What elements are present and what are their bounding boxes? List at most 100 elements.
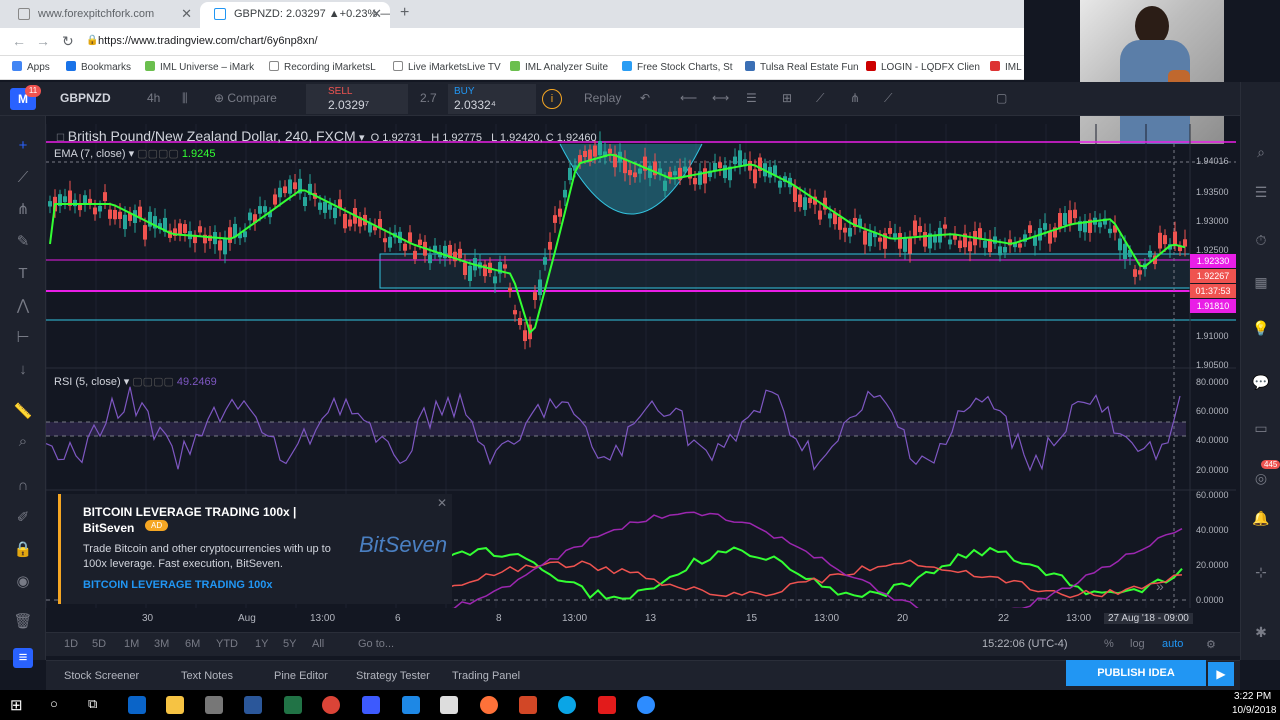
percent-scale-toggle[interactable]: % [1104, 638, 1114, 650]
pitchfork-icon[interactable]: ⋔ [850, 91, 860, 105]
bookmark-item[interactable]: Free Stock Charts, St [622, 61, 733, 73]
range-1y[interactable]: 1Y [255, 638, 268, 650]
powerpoint-icon[interactable] [519, 696, 537, 714]
bookmark-item[interactable]: Recording iMarketsL [269, 61, 376, 73]
play-icon[interactable]: ▶ [1208, 662, 1234, 686]
cortana-icon[interactable]: ○ [50, 696, 58, 711]
settings-gear-icon[interactable]: ⚙ [1206, 638, 1216, 651]
trendline-icon[interactable]: ⟋ [816, 91, 824, 106]
calendar-icon[interactable]: ▦ [1251, 272, 1271, 292]
undo-icon[interactable]: ↶ [640, 91, 650, 105]
ideas-icon[interactable]: 💡 [1251, 318, 1271, 338]
compare-button[interactable]: ⊕ Compare [214, 91, 277, 105]
range-6m[interactable]: 6M [185, 638, 200, 650]
close-tab-icon[interactable]: ✕ [181, 2, 192, 26]
close-tab-icon[interactable]: ✕ [371, 2, 382, 26]
magnet-icon[interactable]: ∩ [13, 476, 33, 496]
taskbar-date[interactable]: 10/9/2018 [1232, 705, 1277, 716]
chart-type-icon[interactable]: ⫼ [182, 91, 188, 106]
trendline-tool-icon[interactable]: ⟋ [13, 168, 33, 188]
app-icon[interactable] [205, 696, 223, 714]
watchlist-icon[interactable]: ⌕ [1251, 142, 1271, 162]
bookmark-item[interactable]: IML [990, 61, 1022, 73]
scroll-right-icon[interactable]: » [1156, 578, 1164, 594]
arrow-down-icon[interactable]: ↓ [13, 360, 33, 380]
bookmark-item[interactable]: IML Analyzer Suite [510, 61, 608, 73]
cross-line-icon[interactable]: ⟷ [712, 91, 729, 105]
bookmark-apps[interactable]: Apps [12, 61, 50, 73]
chart-menu-icon[interactable]: ≡ [13, 648, 33, 668]
horizontal-line-icon[interactable]: ⟵ [680, 91, 697, 105]
info-icon[interactable]: i [542, 89, 562, 109]
range-all[interactable]: All [312, 638, 324, 650]
file-explorer-icon[interactable] [166, 696, 184, 714]
firefox-icon[interactable] [480, 696, 498, 714]
chart-title[interactable]: British Pound/New Zealand Dollar, 240, F… [68, 128, 356, 144]
tab-stock-screener[interactable]: Stock Screener [64, 670, 139, 682]
tab-text-notes[interactable]: Text Notes [181, 670, 233, 682]
lock-drawing-icon[interactable]: 🔒 [13, 540, 33, 560]
pitchfork-tool-icon[interactable]: ⋔ [13, 200, 33, 220]
stay-drawing-icon[interactable]: ✐ [13, 508, 33, 528]
forward-icon[interactable]: → [36, 33, 50, 49]
acrobat-icon[interactable] [598, 696, 616, 714]
excel-icon[interactable] [284, 696, 302, 714]
indicators-icon[interactable]: ☰ [746, 91, 757, 105]
bell-icon[interactable]: 🔔 [1251, 508, 1271, 528]
task-view-icon[interactable]: ⧉ [88, 696, 97, 712]
bookmark-item[interactable]: Live iMarketsLive TV [393, 61, 501, 73]
browser-tab-active[interactable]: GBPNZD: 2.03297 ▲+0.23% — U ✕ [200, 2, 390, 28]
mail-icon[interactable] [440, 696, 458, 714]
sell-button[interactable]: SELL 2.0329⁷ [306, 84, 408, 114]
prediction-tool-icon[interactable]: ⊢ [13, 328, 33, 348]
rsi-legend[interactable]: RSI (5, close) ▾ ▢▢▢▢ 49.2469 [54, 375, 217, 388]
data-window-icon[interactable]: ☰ [1251, 182, 1271, 202]
range-1m[interactable]: 1M [124, 638, 139, 650]
windows-start-icon[interactable]: ⊞ [10, 696, 23, 714]
zoom-app-icon[interactable] [637, 696, 655, 714]
tab-trading-panel[interactable]: Trading Panel [452, 670, 520, 682]
url-field[interactable]: https://www.tradingview.com/chart/6y6np8… [98, 35, 318, 47]
ema-legend[interactable]: EMA (7, close) ▾ ▢▢▢▢ 1.9245 [54, 147, 215, 160]
pattern-tool-icon[interactable]: ⋀ [13, 296, 33, 316]
layout-icon[interactable]: ▢ [996, 91, 1007, 105]
bookmark-item[interactable]: IML Universe – iMark [145, 61, 254, 73]
goto-button[interactable]: Go to... [358, 638, 394, 650]
range-5y[interactable]: 5Y [283, 638, 296, 650]
chrome-icon[interactable] [322, 696, 340, 714]
chat-icon[interactable]: 💬 [1251, 372, 1271, 392]
clock[interactable]: 15:22:06 (UTC-4) [982, 638, 1068, 650]
bookmark-item[interactable]: LOGIN - LQDFX Clien [866, 61, 980, 73]
replay-button[interactable]: Replay [584, 91, 621, 105]
buy-button[interactable]: BUY 2.0332⁴ [448, 84, 536, 114]
bookmark-bookmarks[interactable]: Bookmarks [66, 61, 131, 73]
messages-icon[interactable]: ▭ [1251, 418, 1271, 438]
visibility-icon[interactable]: ◉ [13, 572, 33, 592]
zoom-icon[interactable]: ⌕ [13, 432, 33, 452]
new-tab-button[interactable]: + [400, 4, 409, 22]
symbol-search[interactable]: GBPNZD [60, 91, 111, 105]
interval-button[interactable]: 4h [147, 91, 160, 105]
reload-icon[interactable]: ↻ [62, 33, 74, 50]
brush-icon[interactable]: ✎ [13, 232, 33, 252]
collapse-icon[interactable]: ☐ [56, 133, 68, 144]
ad-link[interactable]: BITCOIN LEVERAGE TRADING 100x [83, 579, 272, 591]
template-icon[interactable]: ⊞ [782, 91, 792, 105]
back-icon[interactable]: ← [12, 33, 26, 49]
range-1d[interactable]: 1D [64, 638, 78, 650]
hotlist-icon[interactable]: ⊹ [1251, 562, 1271, 582]
taskbar-time[interactable]: 3:22 PM [1234, 691, 1271, 702]
ruler-icon[interactable]: 📏 [13, 402, 33, 422]
close-ad-icon[interactable]: ✕ [437, 496, 447, 510]
streams-icon[interactable]: ◎ [1251, 468, 1271, 488]
edge-icon[interactable] [128, 696, 146, 714]
ad-title[interactable]: BITCOIN LEVERAGE TRADING 100x | BitSeven [83, 504, 303, 536]
tab-strategy-tester[interactable]: Strategy Tester [356, 670, 430, 682]
crosshair-icon[interactable]: + [13, 136, 33, 156]
auto-scale-toggle[interactable]: auto [1162, 638, 1183, 650]
browser-tab[interactable]: www.forexpitchfork.com ✕ [4, 2, 200, 28]
bookmark-item[interactable]: Tulsa Real Estate Fun [745, 61, 859, 73]
ie-icon[interactable] [402, 696, 420, 714]
bug-icon[interactable]: ✱ [1251, 622, 1271, 642]
ad-popup[interactable]: BITCOIN LEVERAGE TRADING 100x | BitSeven… [58, 494, 452, 604]
